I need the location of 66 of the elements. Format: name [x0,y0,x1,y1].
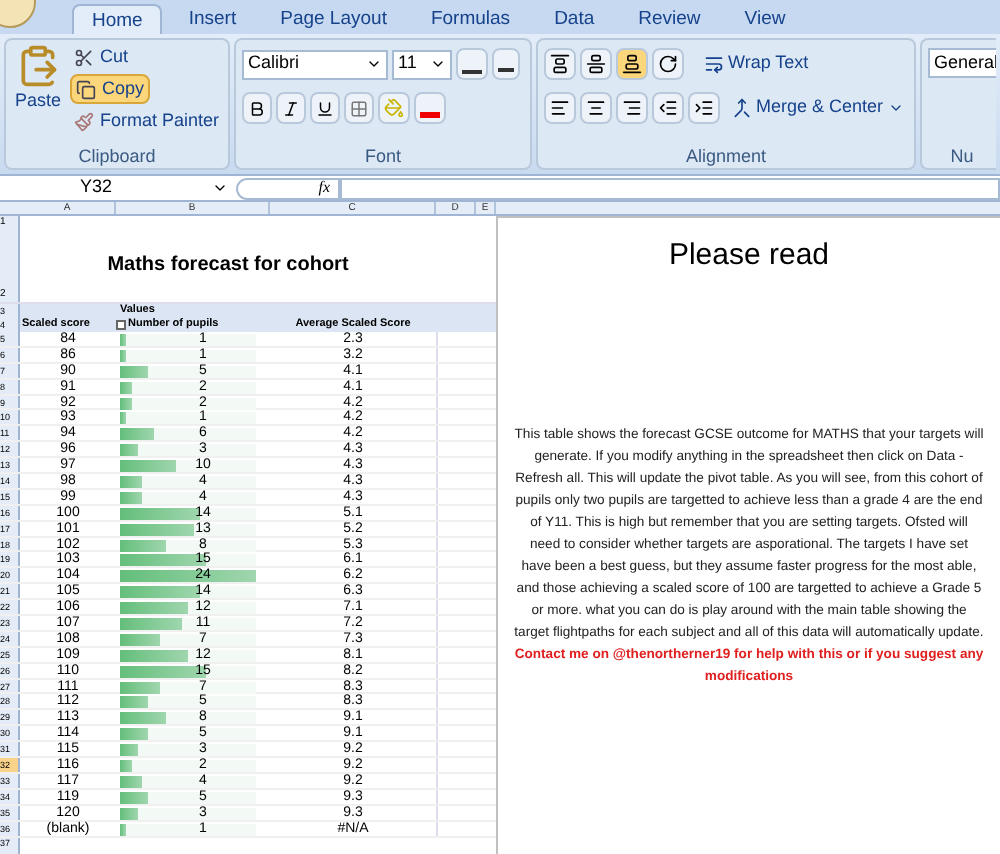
group-label: Nu [948,144,976,168]
ribbon-tab[interactable]: Data [536,4,613,34]
borders-icon [350,99,368,117]
increase-indent-icon [694,98,714,118]
bottom-align-button[interactable] [616,48,648,80]
group-label: Clipboard [76,144,158,168]
note-title: Please read [668,236,830,276]
copy-icon [76,79,96,99]
align-left-button[interactable] [544,92,576,124]
scissors-icon [74,47,94,67]
borders-button[interactable] [344,92,374,124]
wrap-text-button[interactable]: Wrap Text [704,50,809,78]
orientation-button[interactable] [652,48,684,80]
brush-icon [74,111,94,131]
decrease-indent-button[interactable] [652,92,684,124]
filter-icon[interactable] [116,320,126,330]
decrease-indent-icon [658,98,678,118]
sheet-title: Maths forecast for cohort [107,252,349,280]
format-painter-button[interactable]: Format Painter [70,106,224,136]
bold-button[interactable] [242,92,272,124]
top-align-button[interactable] [544,48,576,80]
ribbon-tab[interactable]: Review [620,4,719,34]
orientation-icon [658,54,678,74]
align-right-button[interactable] [616,92,648,124]
font-size-field[interactable]: 11 [392,49,452,79]
align-center-icon [586,98,606,118]
formula-field[interactable] [340,177,1000,199]
fill-color-button[interactable] [378,92,410,124]
font-color-button[interactable] [414,92,446,124]
ribbon-tab[interactable]: Formulas [412,4,529,34]
cut-button[interactable]: Cut [70,42,224,72]
middle-align-icon [586,54,606,74]
italic-icon [282,99,300,117]
dropdown-icon [212,180,228,196]
dropdown-icon [366,56,382,72]
middle-align-button[interactable] [580,48,612,80]
group-label: Font [362,144,403,168]
grow-font-button[interactable] [456,48,488,80]
underline-icon [316,99,334,117]
bold-icon [248,99,266,117]
ribbon-tab[interactable]: View [726,4,804,34]
shrink-font-button[interactable] [492,48,520,80]
name-box[interactable]: Y32 [0,177,236,199]
fill-color-icon [384,98,404,118]
top-align-icon [550,54,570,74]
group-label: Alignment [683,144,769,168]
dropdown-icon [887,100,904,116]
bottom-align-icon [622,54,642,74]
function-label[interactable]: fx [318,176,330,200]
align-center-button[interactable] [580,92,612,124]
ribbon-tab[interactable]: Insert [170,4,255,34]
ribbon-tab[interactable]: Page Layout [262,4,405,34]
paste-button[interactable]: Paste [6,40,70,144]
underline-button[interactable] [310,92,340,124]
paste-icon [16,44,60,88]
align-left-icon [550,98,570,118]
italic-button[interactable] [276,92,306,124]
copy-button[interactable]: Copy [70,74,151,104]
dropdown-icon [430,56,446,72]
ribbon-tab[interactable]: Home [72,4,163,34]
align-right-icon [622,98,642,118]
merge-icon [732,98,752,118]
increase-indent-button[interactable] [688,92,720,124]
merge-center-button[interactable]: Merge & Center [732,94,904,122]
wrap-text-icon [704,54,724,74]
font-family-field[interactable]: Calibri [242,49,388,79]
